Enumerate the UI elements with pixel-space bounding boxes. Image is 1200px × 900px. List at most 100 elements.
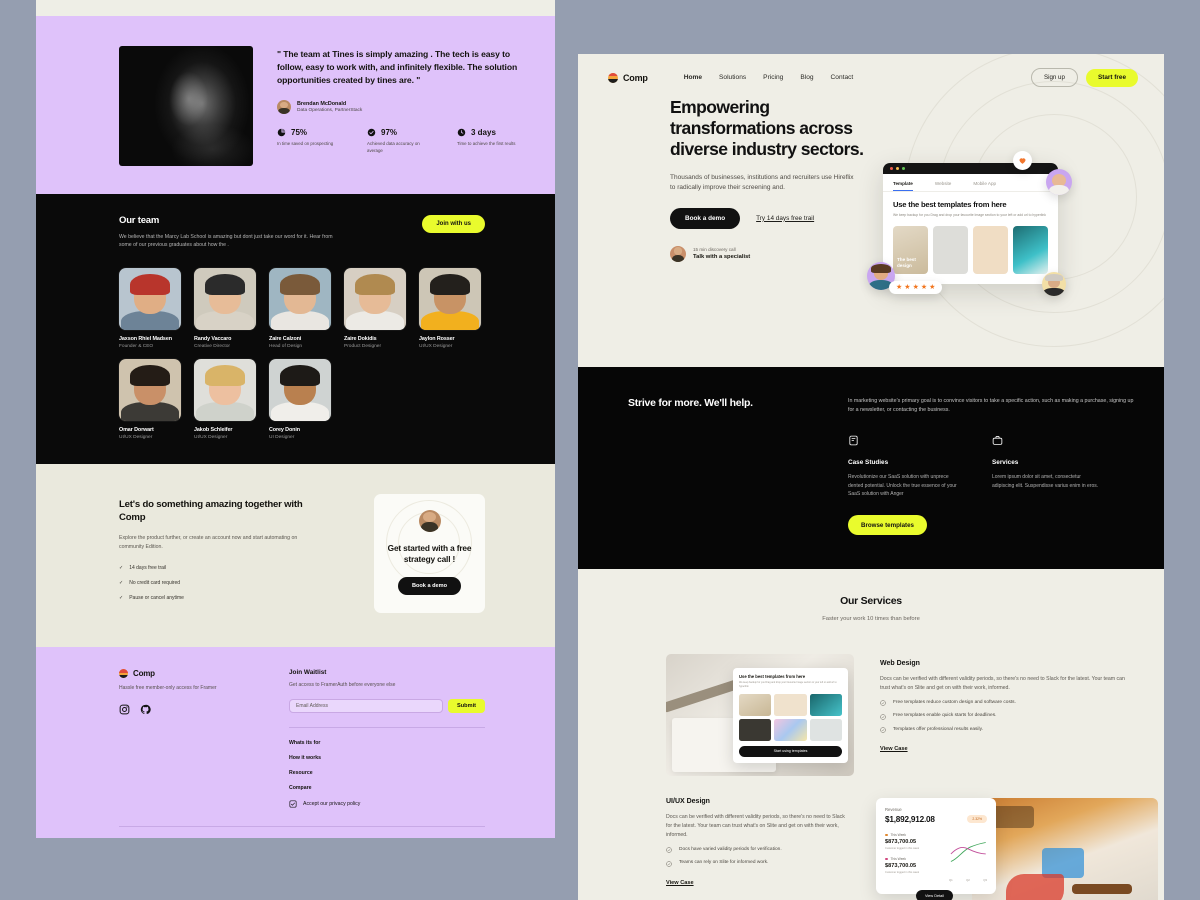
services-section: Our Services Faster your work 10 times t… bbox=[578, 569, 1164, 900]
check-circle-icon bbox=[880, 727, 886, 734]
submit-button[interactable]: Submit bbox=[448, 699, 485, 714]
footer-link-resource[interactable]: Resource bbox=[289, 770, 485, 776]
briefcase-icon bbox=[992, 436, 1003, 446]
specialist-row[interactable]: 15 min discovery call Talk with a specia… bbox=[670, 245, 882, 262]
team-member-card[interactable]: Omar Dorwart UI/UX Designer bbox=[119, 358, 181, 440]
nav-link-blog[interactable]: Blog bbox=[800, 74, 813, 81]
service-screenshot: Use the best templates from here We keep… bbox=[666, 654, 854, 776]
waitlist-subtitle: Get access to FramerAuth before everyone… bbox=[289, 682, 396, 689]
team-member-card[interactable]: Corey Donin UI Designer bbox=[269, 358, 331, 440]
mini-tile[interactable] bbox=[809, 718, 842, 741]
service-text: Docs can be verified with different vali… bbox=[666, 814, 845, 838]
member-role: UI/UX Designer bbox=[119, 434, 153, 440]
feature-services: Services Lorem ipsum dolor sit amet, con… bbox=[992, 435, 1102, 499]
divider bbox=[289, 727, 485, 729]
x-tick: Q2 bbox=[966, 878, 970, 882]
start-free-button[interactable]: Start free bbox=[1085, 68, 1138, 87]
mini-tile[interactable] bbox=[774, 693, 807, 716]
left-page-preview: " The team at Tines is simply amazing . … bbox=[36, 0, 555, 838]
strive-heading: Strive for more. We'll help. bbox=[628, 397, 753, 409]
view-case-link[interactable]: View Case bbox=[880, 746, 908, 752]
start-using-templates-button[interactable]: Start using templates bbox=[739, 745, 842, 757]
template-browser-mock: Template Website Mobile App Use the best… bbox=[867, 151, 1072, 296]
services-subtitle: Faster your work 10 times than before bbox=[822, 616, 920, 622]
nav-link-solutions[interactable]: Solutions bbox=[719, 74, 746, 81]
book-a-demo-button[interactable]: Book a demo bbox=[397, 577, 462, 596]
list-item: ✓ 14 days free trail bbox=[119, 565, 315, 571]
check-circle-icon bbox=[880, 714, 886, 720]
list-item: ✓ No credit card required bbox=[119, 580, 315, 586]
nav-link-home[interactable]: Home bbox=[684, 74, 702, 81]
cta-title: Let's do something amazing together with… bbox=[119, 498, 303, 524]
tab-website[interactable]: Website bbox=[935, 181, 952, 191]
checkbox-icon[interactable] bbox=[289, 800, 297, 808]
member-name: Randy Vaccaro bbox=[194, 335, 232, 342]
member-role: Product Designer bbox=[344, 343, 382, 349]
legend-dot bbox=[885, 833, 888, 837]
member-photo bbox=[119, 358, 181, 421]
instagram-icon[interactable] bbox=[119, 704, 130, 715]
mini-tile[interactable] bbox=[809, 693, 842, 716]
list-item: Teams can rely on Slite for informed wor… bbox=[666, 860, 850, 867]
mini-tile[interactable] bbox=[774, 718, 807, 741]
star-icon: ★ bbox=[912, 283, 919, 291]
mini-tile[interactable] bbox=[739, 693, 772, 716]
check-icon: ✓ bbox=[119, 580, 124, 587]
team-member-card[interactable]: Zaire Calzoni Head of Design bbox=[269, 267, 331, 349]
mini-tile[interactable] bbox=[739, 718, 772, 741]
github-icon[interactable] bbox=[140, 704, 151, 715]
footer-link-compare[interactable]: Compare bbox=[289, 785, 485, 791]
author-name: Brendan McDonald bbox=[297, 100, 347, 107]
email-field[interactable] bbox=[289, 699, 444, 714]
avatar bbox=[418, 509, 441, 532]
x-tick: Q1 bbox=[949, 878, 953, 882]
team-member-card[interactable]: Zaire Dokidis Product Designer bbox=[344, 267, 406, 349]
mock-title: Use the best templates from here bbox=[893, 200, 1007, 209]
check-icon: ✓ bbox=[119, 595, 124, 602]
join-with-us-button[interactable]: Join with us bbox=[422, 215, 485, 233]
footer-link-how-it-works[interactable]: How it works bbox=[289, 755, 485, 761]
template-tile[interactable] bbox=[1013, 225, 1048, 274]
legend-dot bbox=[885, 857, 888, 861]
list-item-label: Pause or cancel anytime bbox=[129, 595, 184, 602]
member-role: Founder & CEO bbox=[119, 343, 154, 349]
tab-template[interactable]: Template bbox=[893, 181, 913, 191]
top-strip bbox=[36, 0, 555, 16]
privacy-row[interactable]: Accept our privacy policy bbox=[289, 800, 485, 808]
book-a-demo-button[interactable]: Book a demo bbox=[670, 207, 741, 229]
team-title: Our team bbox=[119, 215, 160, 226]
sign-up-button[interactable]: Sign up bbox=[1030, 68, 1078, 87]
stat-value: 75% bbox=[291, 128, 308, 138]
nav-link-pricing[interactable]: Pricing bbox=[763, 74, 783, 81]
team-member-card[interactable]: Jaylon Rosser UI/UX Designer bbox=[419, 267, 481, 349]
tab-mobile-app[interactable]: Mobile App bbox=[973, 181, 996, 191]
member-photo bbox=[419, 267, 481, 330]
template-tile[interactable] bbox=[933, 225, 968, 274]
avatar bbox=[670, 245, 686, 262]
template-tile[interactable] bbox=[973, 225, 1008, 274]
member-role: UI Designer bbox=[269, 434, 295, 440]
view-case-link[interactable]: View Case bbox=[666, 880, 694, 886]
team-member-card[interactable]: Randy Vaccaro Creative Director bbox=[194, 267, 256, 349]
navbar: Comp Home Solutions Pricing Blog Contact… bbox=[578, 54, 1164, 87]
revenue-chart: Q1 Q2 Q3 bbox=[949, 833, 987, 882]
free-trial-link[interactable]: Try 14 days free trail bbox=[756, 215, 814, 222]
nav-link-contact[interactable]: Contact bbox=[831, 74, 854, 81]
member-name: Jaylon Rosser bbox=[419, 335, 455, 342]
team-member-card[interactable]: Jakob Schleifer UI/UX Designer bbox=[194, 358, 256, 440]
member-role: UI/UX Designer bbox=[419, 343, 453, 349]
footer-link-whats-its-for[interactable]: Whats its for bbox=[289, 740, 485, 746]
star-icon: ★ bbox=[929, 283, 936, 291]
list-item: Templates offer professional results eas… bbox=[880, 727, 1134, 734]
member-role: Head of Design bbox=[269, 343, 303, 349]
cta-bullet-list: ✓ 14 days free trail ✓ No credit card requ… bbox=[119, 565, 315, 601]
check-circle-icon bbox=[880, 700, 886, 707]
close-icon bbox=[890, 167, 893, 170]
browse-templates-button[interactable]: Browse templates bbox=[848, 515, 927, 535]
view-detail-button[interactable]: View Detail bbox=[916, 890, 953, 900]
check-circle-icon bbox=[666, 861, 672, 867]
stat-item: 75% In time saved on prospecting bbox=[277, 128, 339, 154]
template-tile[interactable]: The best design bbox=[893, 225, 928, 274]
team-member-card[interactable]: Jaxson Rhiel Madsen Founder & CEO bbox=[119, 267, 181, 349]
heart-badge[interactable] bbox=[1013, 151, 1032, 170]
